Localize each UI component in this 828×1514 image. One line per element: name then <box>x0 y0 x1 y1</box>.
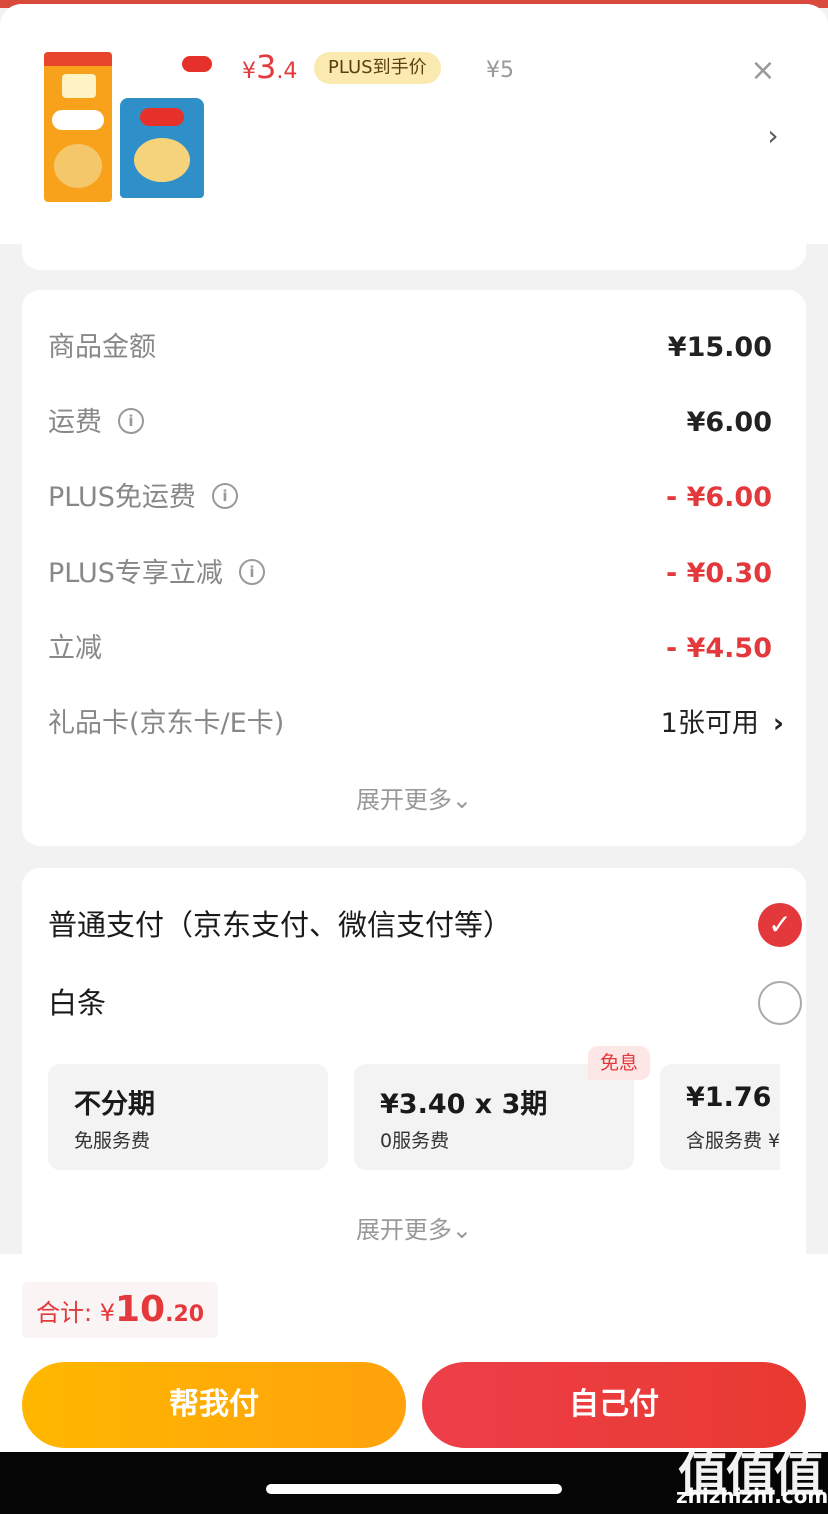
help-me-pay-button[interactable]: 帮我付 <box>22 1362 406 1448</box>
plan-fee: 0服务费 <box>380 1130 450 1152</box>
payment-option-baitiao[interactable]: 白条 <box>48 978 802 1028</box>
row-goods-amount: 商品金额 ¥15.00 <box>48 326 782 370</box>
payment-option-label: 白条 <box>48 986 107 1020</box>
brand-logo <box>182 56 212 72</box>
total-integer: 10 <box>115 1289 166 1330</box>
row-label: 运费 <box>48 407 102 438</box>
row-value: - ¥0.30 <box>665 558 772 589</box>
current-price: ¥3.4 <box>242 48 297 86</box>
home-indicator[interactable] <box>266 1484 562 1494</box>
expand-more-button[interactable]: 展开更多⌄ <box>22 780 806 815</box>
system-nav-bar: 值值值 zhizhizhi.com <box>0 1445 828 1514</box>
total-symbol: ¥ <box>99 1299 115 1327</box>
plan-title: ¥3.40 x 3期 <box>380 1089 548 1120</box>
installment-plans: 不分期 免服务费 ¥3.40 x 3期 0服务费 ¥1.76 x 含服务费 ¥ <box>48 1064 780 1174</box>
payment-option-normal[interactable]: 普通支付（京东支付、微信支付等） ✓ <box>48 900 802 950</box>
plan-card[interactable]: ¥1.76 x 含服务费 ¥ <box>660 1064 780 1170</box>
product-image[interactable] <box>42 44 216 218</box>
plus-price-tag: PLUS到手价 <box>314 52 441 84</box>
chips-bag-graphic <box>120 98 204 198</box>
row-label: 礼品卡(京东卡/E卡) <box>48 708 285 739</box>
row-label: PLUS免运费 <box>48 482 196 513</box>
row-shipping: 运费 i ¥6.00 <box>48 401 782 445</box>
price-symbol: ¥ <box>242 59 256 84</box>
info-icon[interactable]: i <box>118 407 144 434</box>
price-integer: 3 <box>256 48 277 86</box>
original-price: ¥5 <box>486 58 514 83</box>
plan-title: ¥1.76 x <box>686 1082 780 1113</box>
order-total: 合计: ¥10.20 <box>22 1282 219 1338</box>
row-plus-discount: PLUS专享立减 i - ¥0.30 <box>48 552 782 596</box>
row-value: ¥15.00 <box>667 332 772 363</box>
row-value: - ¥4.50 <box>665 633 772 664</box>
promo-graphic <box>44 52 112 202</box>
row-gift-card[interactable]: 礼品卡(京东卡/E卡) 1张可用 › <box>48 702 784 746</box>
expand-more-button[interactable]: 展开更多⌄ <box>22 1210 806 1245</box>
row-label: PLUS专享立减 <box>48 558 223 589</box>
chevron-right-icon: › <box>772 708 784 739</box>
product-header: ¥3.4 PLUS到手价 ¥5 × › <box>0 4 828 244</box>
info-icon[interactable]: i <box>238 558 265 585</box>
header-card-bottom <box>22 244 806 270</box>
row-label: 商品金额 <box>48 332 156 363</box>
close-icon[interactable]: × <box>746 54 780 88</box>
row-plus-free-shipping: PLUS免运费 i - ¥6.00 <box>48 476 782 520</box>
radio-unchecked-icon[interactable] <box>758 981 802 1025</box>
row-value: 1张可用 <box>660 708 759 739</box>
chevron-right-icon[interactable]: › <box>758 118 788 154</box>
total-decimal: .20 <box>165 1302 205 1327</box>
row-instant-discount: 立减 - ¥4.50 <box>48 627 782 671</box>
info-icon[interactable]: i <box>211 482 238 509</box>
plan-card[interactable]: 不分期 免服务费 <box>48 1064 328 1170</box>
payment-card: 普通支付（京东支付、微信支付等） ✓ 白条 不分期 免服务费 ¥3.40 x 3… <box>22 868 806 1288</box>
check-icon[interactable]: ✓ <box>758 903 802 947</box>
row-value: ¥6.00 <box>686 407 772 438</box>
payment-option-label: 普通支付（京东支付、微信支付等） <box>48 908 513 942</box>
plan-fee: 免服务费 <box>74 1130 151 1152</box>
watermark-url: zhizhizhi.com <box>676 1484 828 1508</box>
total-label: 合计: <box>36 1299 100 1327</box>
interest-free-badge: 免息 <box>588 1046 651 1080</box>
row-label: 立减 <box>48 633 102 664</box>
price-summary-card: 商品金额 ¥15.00 运费 i ¥6.00 PLUS免运费 i - ¥6.00 P… <box>22 290 806 846</box>
plan-title: 不分期 <box>74 1089 155 1120</box>
row-value: - ¥6.00 <box>665 482 772 513</box>
order-sheet: ¥3.4 PLUS到手价 ¥5 × › 商品金额 ¥15.00 运费 i ¥6.0… <box>0 4 828 1514</box>
price-decimal: .4 <box>276 59 298 84</box>
plan-fee: 含服务费 ¥ <box>686 1130 780 1152</box>
